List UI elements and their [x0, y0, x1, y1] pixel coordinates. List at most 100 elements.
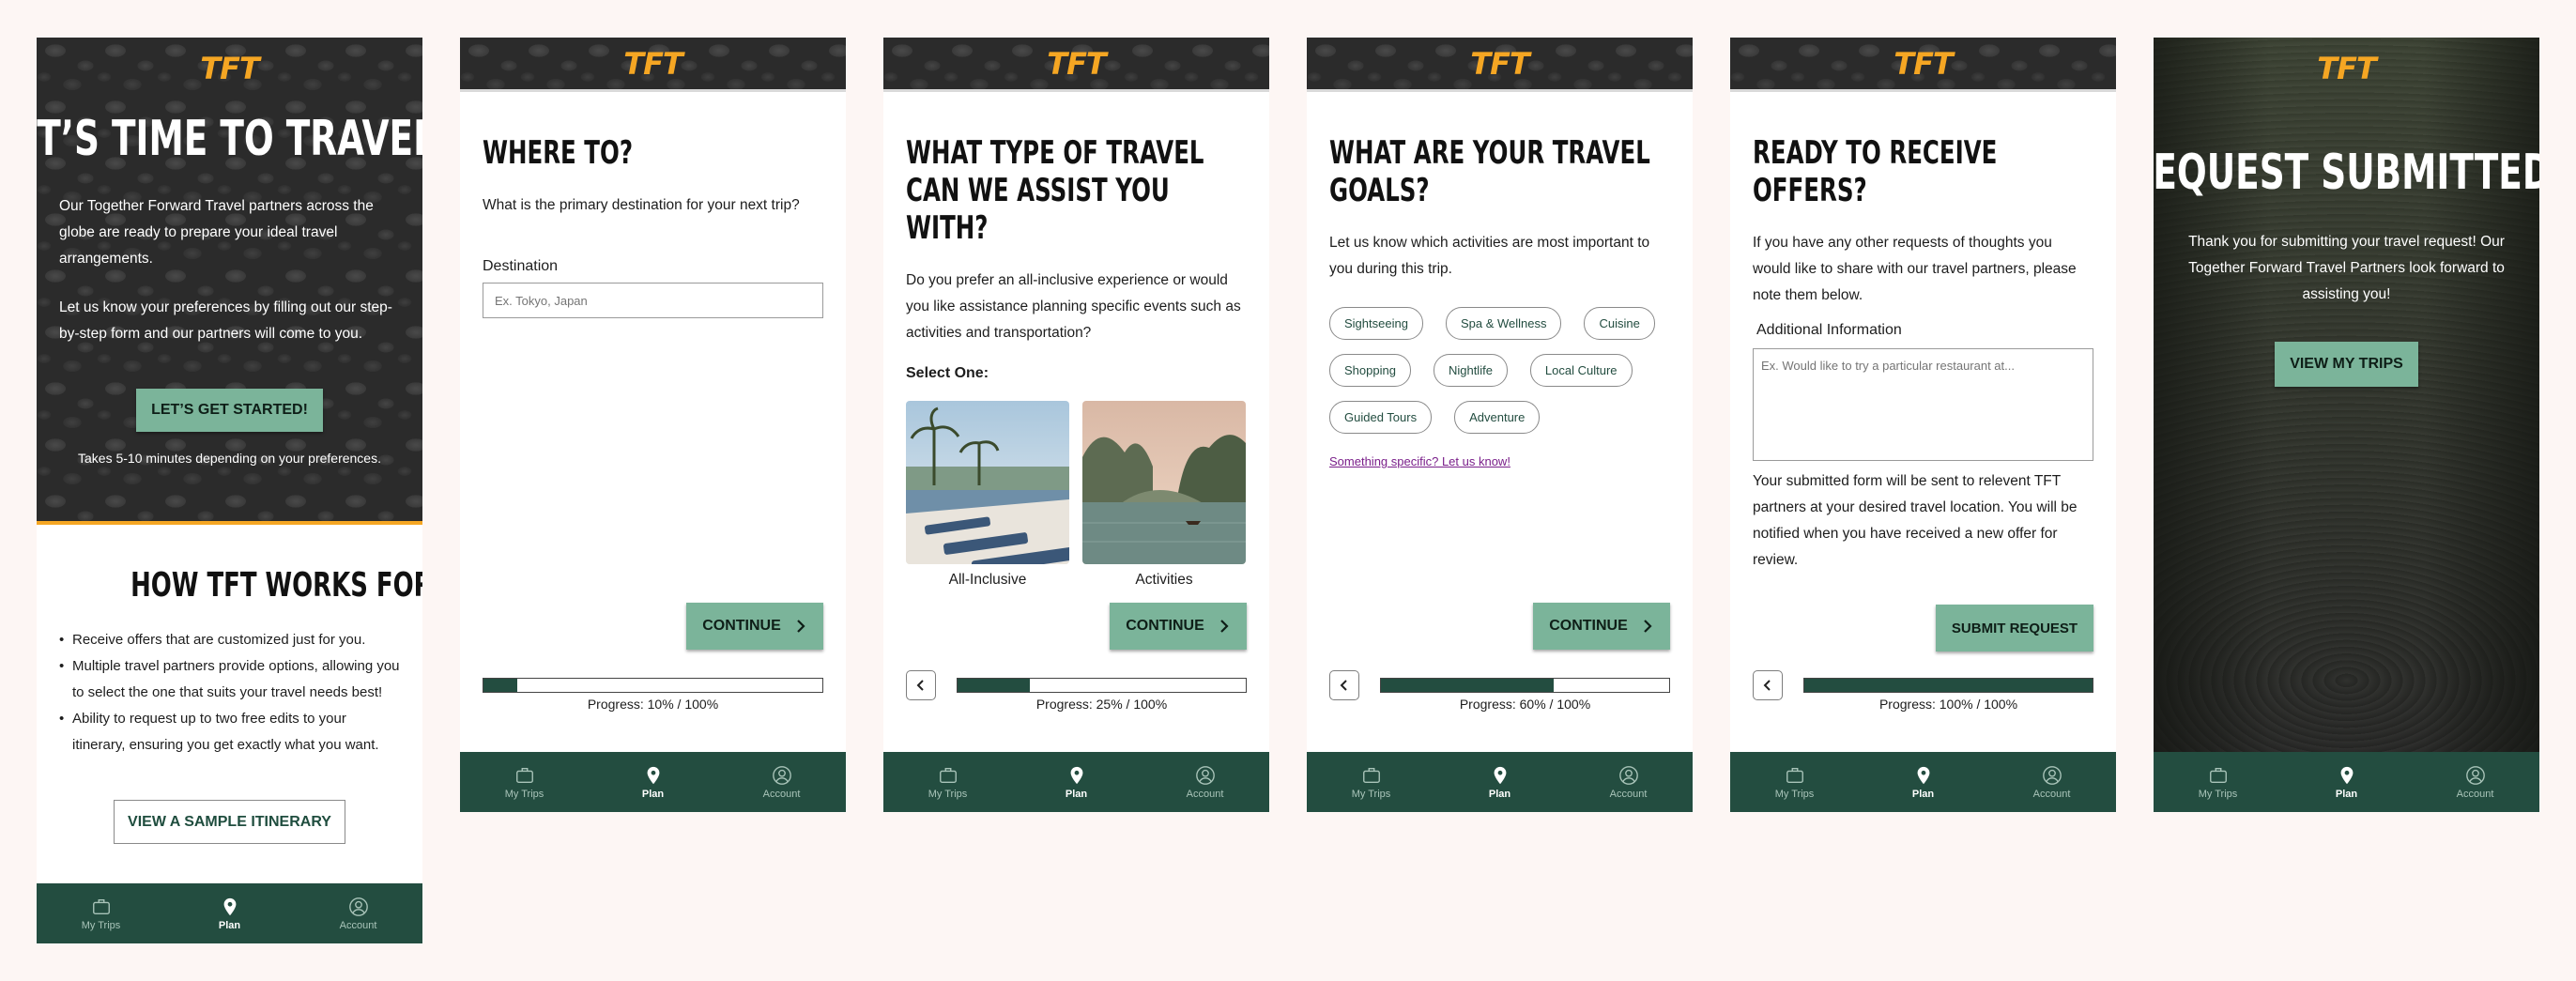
nav-plan[interactable]: Plan	[1035, 765, 1119, 800]
account-icon	[1618, 765, 1638, 785]
progress-label: Progress: 100% / 100%	[1878, 697, 2018, 712]
progress-row	[483, 676, 823, 695]
bottom-nav: My Trips Plan Account	[1307, 752, 1693, 812]
list-item: Multiple travel partners provide options…	[59, 653, 400, 706]
view-my-trips-button[interactable]: VIEW MY TRIPS	[2275, 342, 2418, 387]
option-label: All-Inclusive	[948, 572, 1027, 588]
continue-label: CONTINUE	[1549, 618, 1628, 634]
suitcase-icon	[1786, 767, 1803, 783]
progress-bar	[1803, 678, 2093, 693]
list-item: Receive offers that are customized just …	[59, 627, 400, 653]
step-description: If you have any other requests of though…	[1753, 235, 2077, 303]
nav-label: Account	[339, 919, 377, 931]
tft-logo: TFT	[623, 45, 683, 82]
map-pin-icon	[1917, 766, 1929, 784]
submission-note: Your submitted form will be sent to rele…	[1753, 473, 2078, 568]
list-item: Ability to request up to two free edits …	[59, 706, 400, 759]
account-icon	[772, 765, 791, 785]
nav-plan[interactable]: Plan	[1458, 765, 1542, 800]
chip-shopping[interactable]: Shopping	[1329, 354, 1411, 387]
confirmation-message: Thank you for submitting your travel req…	[2188, 234, 2505, 302]
nav-label: Plan	[1488, 788, 1511, 800]
nav-my-trips[interactable]: My Trips	[483, 765, 567, 800]
nav-label: Plan	[218, 919, 241, 931]
something-specific-link[interactable]: Something specific? Let us know!	[1329, 454, 1510, 468]
step-title: WHAT ARE YOUR TRAVEL GOALS?	[1329, 134, 1650, 209]
step-description: Do you prefer an all-inclusive experienc…	[906, 272, 1241, 341]
nav-account[interactable]: Account	[2010, 765, 2094, 800]
suitcase-icon	[939, 767, 957, 783]
nav-plan[interactable]: Plan	[2305, 765, 2389, 800]
header-bar: TFT	[1307, 38, 1693, 92]
progress-bar	[483, 678, 823, 693]
account-icon	[348, 897, 368, 916]
nav-plan[interactable]: Plan	[611, 765, 696, 800]
nav-my-trips[interactable]: My Trips	[2176, 765, 2261, 800]
chevron-right-icon	[797, 620, 805, 633]
hero-title: IT’S TIME TO TRAVEL	[37, 111, 422, 167]
nav-my-trips[interactable]: My Trips	[1753, 765, 1837, 800]
nav-plan[interactable]: Plan	[188, 897, 272, 931]
nav-label: Plan	[2335, 788, 2358, 800]
hero-paragraph-1: Our Together Forward Travel partners acr…	[59, 198, 374, 267]
sample-itinerary-button[interactable]: VIEW A SAMPLE ITINERARY	[114, 800, 345, 844]
step-description: Let us know which activities are most im…	[1329, 235, 1650, 277]
nav-label: Account	[1186, 788, 1224, 800]
progress-label: Progress: 60% / 100%	[1459, 697, 1591, 712]
chip-spa-wellness[interactable]: Spa & Wellness	[1445, 307, 1562, 340]
suitcase-icon	[92, 898, 110, 914]
confirmation-hero: TFT REQUEST SUBMITTED! Thank you for sub…	[2154, 38, 2539, 752]
chip-cuisine[interactable]: Cuisine	[1584, 307, 1655, 340]
map-pin-icon	[1494, 766, 1506, 784]
how-title: HOW TFT WORKS FOR YOU	[130, 566, 422, 605]
continue-label: CONTINUE	[702, 618, 781, 634]
option-all-inclusive[interactable]: All-Inclusive	[906, 401, 1069, 589]
chevron-right-icon	[1644, 620, 1652, 633]
back-button[interactable]	[1329, 670, 1359, 700]
nav-my-trips[interactable]: My Trips	[906, 765, 990, 800]
progress-label: Progress: 10% / 100%	[587, 697, 719, 712]
time-note: Takes 5-10 minutes depending on your pre…	[78, 451, 381, 466]
header-bar: TFT	[1730, 38, 2116, 92]
additional-info-textarea[interactable]	[1753, 348, 2093, 461]
progress-fill	[958, 679, 1030, 692]
goal-chips: Sightseeing Spa & Wellness Cuisine Shopp…	[1329, 307, 1670, 434]
progress-bar	[957, 678, 1247, 693]
continue-button[interactable]: CONTINUE	[1533, 603, 1670, 650]
nav-plan[interactable]: Plan	[1881, 765, 1966, 800]
submit-request-button[interactable]: SUBMIT REQUEST	[1936, 605, 2093, 651]
get-started-button[interactable]: LET’S GET STARTED!	[136, 389, 323, 432]
nav-account[interactable]: Account	[1163, 765, 1248, 800]
destination-input[interactable]	[483, 283, 823, 318]
option-activities[interactable]: Activities	[1082, 401, 1246, 589]
back-button[interactable]	[906, 670, 936, 700]
continue-button[interactable]: CONTINUE	[1110, 603, 1247, 650]
progress-label: Progress: 25% / 100%	[1035, 697, 1168, 712]
nav-account[interactable]: Account	[316, 897, 401, 931]
back-button[interactable]	[1753, 670, 1783, 700]
step-description: What is the primary destination for your…	[483, 197, 800, 213]
hero-section: TFT IT’S TIME TO TRAVEL Our Together For…	[37, 38, 422, 525]
suitcase-icon	[2209, 767, 2227, 783]
chevron-right-icon	[1220, 620, 1229, 633]
account-icon	[1195, 765, 1215, 785]
nav-label: Account	[762, 788, 801, 800]
nav-label: My Trips	[81, 919, 121, 931]
continue-button[interactable]: CONTINUE	[686, 603, 823, 650]
nav-my-trips[interactable]: My Trips	[59, 897, 144, 931]
nav-account[interactable]: Account	[1587, 765, 1671, 800]
chip-sightseeing[interactable]: Sightseeing	[1329, 307, 1423, 340]
nav-label: Account	[2456, 788, 2494, 800]
chip-adventure[interactable]: Adventure	[1454, 401, 1541, 434]
nav-account[interactable]: Account	[740, 765, 824, 800]
progress-fill	[1381, 679, 1555, 692]
nav-label: My Trips	[1774, 788, 1815, 800]
chip-nightlife[interactable]: Nightlife	[1433, 354, 1508, 387]
nav-my-trips[interactable]: My Trips	[1329, 765, 1414, 800]
bottom-nav: My Trips Plan Account	[2154, 752, 2539, 812]
chip-local-culture[interactable]: Local Culture	[1529, 354, 1633, 387]
chip-guided-tours[interactable]: Guided Tours	[1329, 401, 1433, 434]
tft-logo: TFT	[1470, 45, 1530, 82]
nav-account[interactable]: Account	[2433, 765, 2518, 800]
chevron-left-icon	[1763, 680, 1771, 691]
